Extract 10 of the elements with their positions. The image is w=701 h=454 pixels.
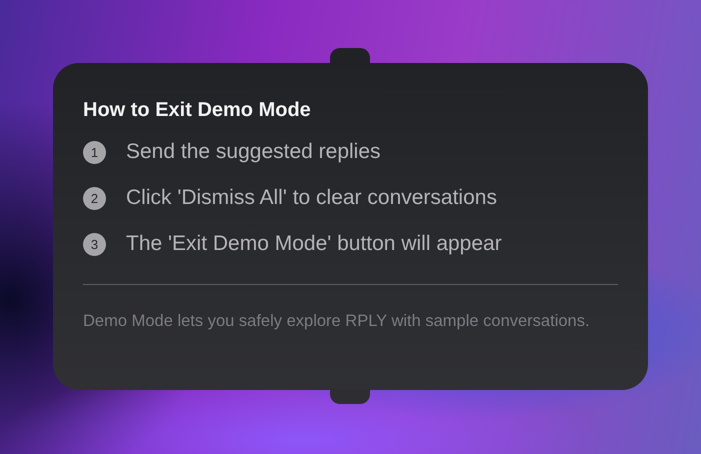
popover-title: How to Exit Demo Mode xyxy=(83,98,312,123)
popover-notch xyxy=(330,48,370,64)
popover-notch xyxy=(330,389,370,404)
step-text: The 'Exit Demo Mode' button will appear xyxy=(126,231,502,257)
step-number: 1 xyxy=(83,140,106,164)
step-number: 3 xyxy=(83,232,106,256)
step-text: Click 'Dismiss All' to clear conversations xyxy=(126,185,497,211)
step-number: 2 xyxy=(83,186,106,210)
step-text: Send the suggested replies xyxy=(126,139,381,165)
footer-note: Demo Mode lets you safely explore RPLY with sample conversations. xyxy=(83,311,591,332)
